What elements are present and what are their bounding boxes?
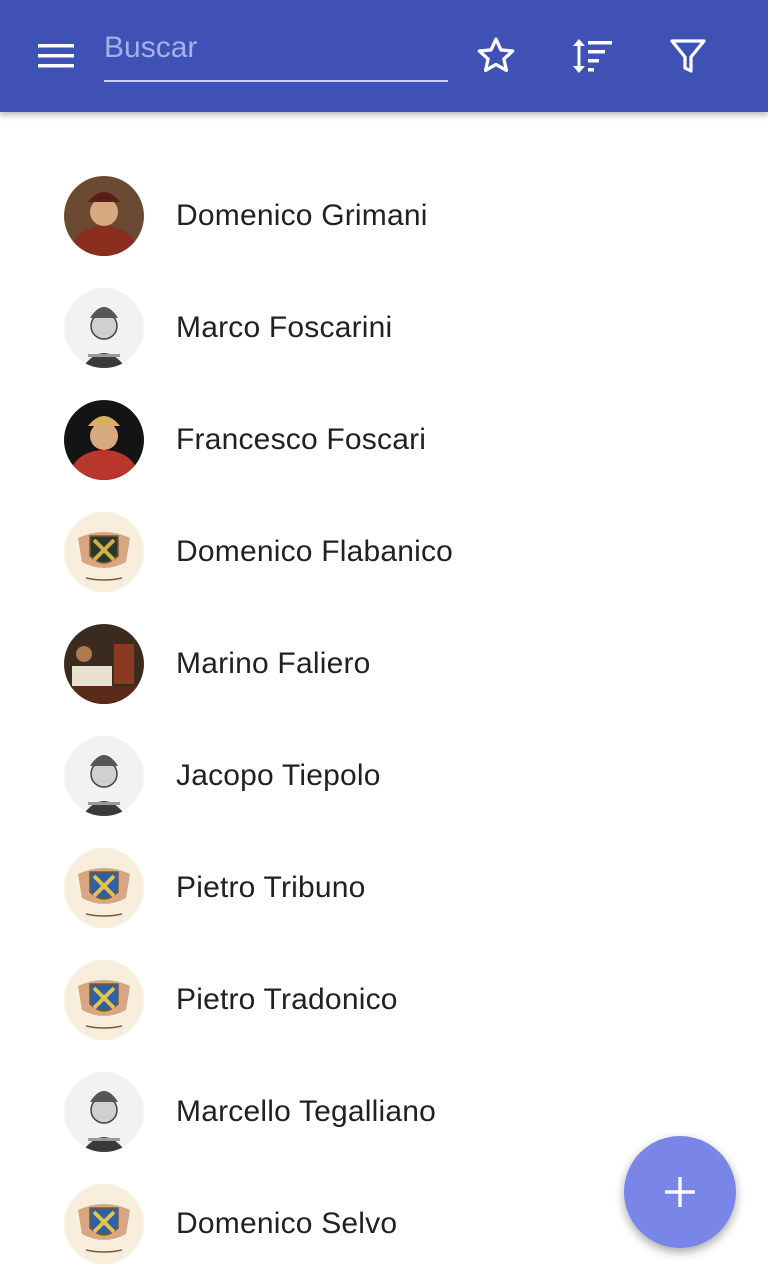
list-item-label: Pietro Tradonico (176, 983, 398, 1016)
doge-list: Domenico Grimani Marco Foscarini Frances… (0, 160, 768, 1280)
list-item-label: Domenico Grimani (176, 199, 428, 232)
avatar (64, 400, 144, 480)
list-item[interactable]: Domenico Flabanico (0, 496, 768, 608)
avatar (64, 176, 144, 256)
favorites-button[interactable] (464, 24, 528, 88)
list-item[interactable]: Jacopo Tiepolo (0, 720, 768, 832)
avatar (64, 512, 144, 592)
search-input[interactable] (104, 22, 448, 74)
list-item[interactable]: Marino Faliero (0, 608, 768, 720)
avatar (64, 1184, 144, 1264)
list-item-label: Marco Foscarini (176, 311, 393, 344)
menu-icon (38, 44, 74, 68)
list-item-label: Pietro Tribuno (176, 871, 366, 904)
add-icon (665, 1177, 695, 1207)
sort-icon (573, 39, 612, 73)
list-item-label: Marino Faliero (176, 647, 371, 680)
menu-button[interactable] (24, 24, 88, 88)
filter-icon (670, 39, 706, 73)
list-item-label: Domenico Flabanico (176, 535, 454, 568)
list-item[interactable]: Pietro Tribuno (0, 832, 768, 944)
avatar (64, 288, 144, 368)
list-item[interactable]: Francesco Foscari (0, 384, 768, 496)
add-button[interactable] (624, 1136, 736, 1248)
list-item[interactable]: Marco Foscarini (0, 272, 768, 384)
list-item[interactable]: Domenico Grimani (0, 160, 768, 272)
avatar (64, 624, 144, 704)
search-field (104, 22, 448, 82)
app-bar (0, 0, 768, 112)
list-item-label: Marcello Tegalliano (176, 1095, 437, 1128)
list-item[interactable]: Pietro Tradonico (0, 944, 768, 1056)
list-item-label: Jacopo Tiepolo (176, 759, 381, 792)
list-item-label: Domenico Selvo (176, 1207, 398, 1240)
avatar (64, 736, 144, 816)
avatar (64, 960, 144, 1040)
sort-button[interactable] (560, 24, 624, 88)
star-outline-icon (477, 37, 515, 73)
filter-button[interactable] (656, 24, 720, 88)
avatar (64, 1072, 144, 1152)
list-item-label: Francesco Foscari (176, 423, 427, 456)
avatar (64, 848, 144, 928)
